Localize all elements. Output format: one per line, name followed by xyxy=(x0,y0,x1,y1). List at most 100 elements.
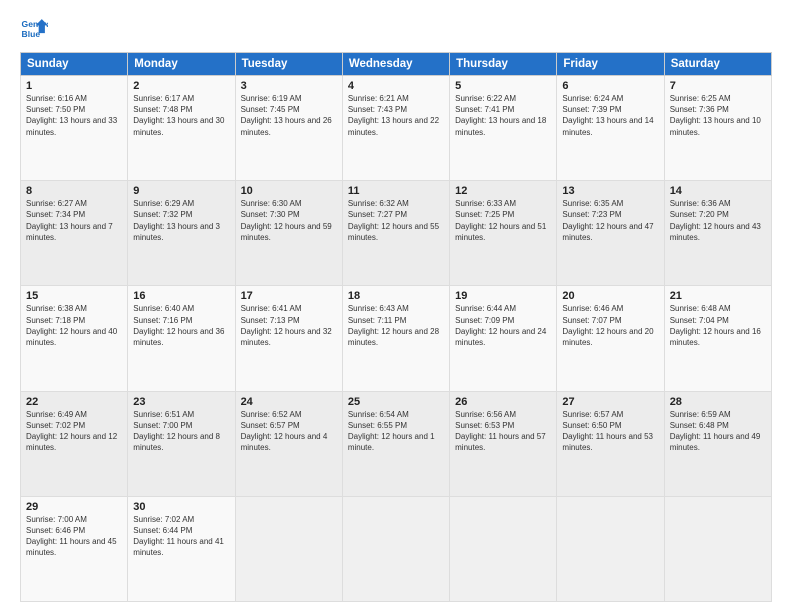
day-info: Sunrise: 6:49 AMSunset: 7:02 PMDaylight:… xyxy=(26,410,117,453)
day-number: 1 xyxy=(26,80,122,92)
calendar-cell: 17 Sunrise: 6:41 AMSunset: 7:13 PMDayligh… xyxy=(235,286,342,391)
calendar-cell: 23 Sunrise: 6:51 AMSunset: 7:00 PMDayligh… xyxy=(128,391,235,496)
day-info: Sunrise: 6:59 AMSunset: 6:48 PMDaylight:… xyxy=(670,410,761,453)
calendar: SundayMondayTuesdayWednesdayThursdayFrid… xyxy=(20,52,772,602)
calendar-cell xyxy=(450,496,557,601)
day-info: Sunrise: 6:16 AMSunset: 7:50 PMDaylight:… xyxy=(26,94,117,137)
day-info: Sunrise: 6:17 AMSunset: 7:48 PMDaylight:… xyxy=(133,94,224,137)
calendar-cell: 29 Sunrise: 7:00 AMSunset: 6:46 PMDayligh… xyxy=(21,496,128,601)
day-number: 2 xyxy=(133,80,229,92)
day-info: Sunrise: 6:21 AMSunset: 7:43 PMDaylight:… xyxy=(348,94,439,137)
calendar-cell: 27Sunrise: 6:57 AMSunset: 6:50 PMDayligh… xyxy=(557,391,664,496)
calendar-cell xyxy=(664,496,771,601)
day-info: Sunrise: 6:48 AMSunset: 7:04 PMDaylight:… xyxy=(670,304,761,347)
day-number: 21 xyxy=(670,290,766,302)
calendar-cell: 19 Sunrise: 6:44 AMSunset: 7:09 PMDayligh… xyxy=(450,286,557,391)
calendar-cell: 30Sunrise: 7:02 AMSunset: 6:44 PMDayligh… xyxy=(128,496,235,601)
day-number: 24 xyxy=(241,396,337,408)
calendar-week-3: 15 Sunrise: 6:38 AMSunset: 7:18 PMDayligh… xyxy=(21,286,772,391)
day-info: Sunrise: 6:51 AMSunset: 7:00 PMDaylight:… xyxy=(133,410,220,453)
weekday-header-saturday: Saturday xyxy=(664,53,771,76)
calendar-cell xyxy=(235,496,342,601)
calendar-cell: 15 Sunrise: 6:38 AMSunset: 7:18 PMDayligh… xyxy=(21,286,128,391)
calendar-cell: 6 Sunrise: 6:24 AMSunset: 7:39 PMDaylight… xyxy=(557,76,664,181)
day-number: 3 xyxy=(241,80,337,92)
day-number: 18 xyxy=(348,290,444,302)
calendar-cell: 12 Sunrise: 6:33 AMSunset: 7:25 PMDayligh… xyxy=(450,181,557,286)
calendar-cell: 3 Sunrise: 6:19 AMSunset: 7:45 PMDaylight… xyxy=(235,76,342,181)
weekday-header-thursday: Thursday xyxy=(450,53,557,76)
day-number: 17 xyxy=(241,290,337,302)
calendar-cell: 2 Sunrise: 6:17 AMSunset: 7:48 PMDaylight… xyxy=(128,76,235,181)
day-info: Sunrise: 6:46 AMSunset: 7:07 PMDaylight:… xyxy=(562,304,653,347)
logo-icon: General Blue xyxy=(20,16,48,44)
day-number: 30 xyxy=(133,501,229,513)
calendar-cell: 9Sunrise: 6:29 AMSunset: 7:32 PMDaylight… xyxy=(128,181,235,286)
day-number: 4 xyxy=(348,80,444,92)
weekday-header-sunday: Sunday xyxy=(21,53,128,76)
day-number: 19 xyxy=(455,290,551,302)
calendar-cell: 28 Sunrise: 6:59 AMSunset: 6:48 PMDayligh… xyxy=(664,391,771,496)
calendar-cell: 7 Sunrise: 6:25 AMSunset: 7:36 PMDaylight… xyxy=(664,76,771,181)
day-info: Sunrise: 6:33 AMSunset: 7:25 PMDaylight:… xyxy=(455,199,546,242)
header: General Blue xyxy=(20,16,772,44)
weekday-header-friday: Friday xyxy=(557,53,664,76)
day-number: 22 xyxy=(26,396,122,408)
calendar-cell: 24Sunrise: 6:52 AMSunset: 6:57 PMDayligh… xyxy=(235,391,342,496)
calendar-cell: 20 Sunrise: 6:46 AMSunset: 7:07 PMDayligh… xyxy=(557,286,664,391)
day-info: Sunrise: 6:19 AMSunset: 7:45 PMDaylight:… xyxy=(241,94,332,137)
weekday-header-monday: Monday xyxy=(128,53,235,76)
calendar-cell: 5 Sunrise: 6:22 AMSunset: 7:41 PMDaylight… xyxy=(450,76,557,181)
day-number: 20 xyxy=(562,290,658,302)
day-info: Sunrise: 6:36 AMSunset: 7:20 PMDaylight:… xyxy=(670,199,761,242)
calendar-week-2: 8Sunrise: 6:27 AMSunset: 7:34 PMDaylight… xyxy=(21,181,772,286)
day-info: Sunrise: 6:44 AMSunset: 7:09 PMDaylight:… xyxy=(455,304,546,347)
day-number: 8 xyxy=(26,185,122,197)
day-info: Sunrise: 6:22 AMSunset: 7:41 PMDaylight:… xyxy=(455,94,546,137)
day-number: 27 xyxy=(562,396,658,408)
day-info: Sunrise: 6:25 AMSunset: 7:36 PMDaylight:… xyxy=(670,94,761,137)
calendar-cell: 18 Sunrise: 6:43 AMSunset: 7:11 PMDayligh… xyxy=(342,286,449,391)
calendar-cell: 4 Sunrise: 6:21 AMSunset: 7:43 PMDaylight… xyxy=(342,76,449,181)
day-info: Sunrise: 6:40 AMSunset: 7:16 PMDaylight:… xyxy=(133,304,224,347)
day-number: 6 xyxy=(562,80,658,92)
calendar-cell: 22 Sunrise: 6:49 AMSunset: 7:02 PMDayligh… xyxy=(21,391,128,496)
day-info: Sunrise: 6:43 AMSunset: 7:11 PMDaylight:… xyxy=(348,304,439,347)
calendar-cell: 14 Sunrise: 6:36 AMSunset: 7:20 PMDayligh… xyxy=(664,181,771,286)
day-info: Sunrise: 6:35 AMSunset: 7:23 PMDaylight:… xyxy=(562,199,653,242)
calendar-cell: 25Sunrise: 6:54 AMSunset: 6:55 PMDayligh… xyxy=(342,391,449,496)
calendar-cell: 11Sunrise: 6:32 AMSunset: 7:27 PMDayligh… xyxy=(342,181,449,286)
day-number: 26 xyxy=(455,396,551,408)
day-number: 10 xyxy=(241,185,337,197)
calendar-cell: 21 Sunrise: 6:48 AMSunset: 7:04 PMDayligh… xyxy=(664,286,771,391)
calendar-week-5: 29 Sunrise: 7:00 AMSunset: 6:46 PMDayligh… xyxy=(21,496,772,601)
day-info: Sunrise: 7:00 AMSunset: 6:46 PMDaylight:… xyxy=(26,515,117,558)
day-info: Sunrise: 6:41 AMSunset: 7:13 PMDaylight:… xyxy=(241,304,332,347)
calendar-cell: 13 Sunrise: 6:35 AMSunset: 7:23 PMDayligh… xyxy=(557,181,664,286)
calendar-week-4: 22 Sunrise: 6:49 AMSunset: 7:02 PMDayligh… xyxy=(21,391,772,496)
day-number: 7 xyxy=(670,80,766,92)
day-number: 15 xyxy=(26,290,122,302)
calendar-cell xyxy=(342,496,449,601)
day-number: 5 xyxy=(455,80,551,92)
day-info: Sunrise: 6:54 AMSunset: 6:55 PMDaylight:… xyxy=(348,410,435,453)
day-number: 29 xyxy=(26,501,122,513)
day-number: 13 xyxy=(562,185,658,197)
day-number: 28 xyxy=(670,396,766,408)
weekday-header-wednesday: Wednesday xyxy=(342,53,449,76)
weekday-header-tuesday: Tuesday xyxy=(235,53,342,76)
day-info: Sunrise: 6:24 AMSunset: 7:39 PMDaylight:… xyxy=(562,94,653,137)
svg-text:Blue: Blue xyxy=(22,29,41,39)
day-info: Sunrise: 6:38 AMSunset: 7:18 PMDaylight:… xyxy=(26,304,117,347)
calendar-cell: 8Sunrise: 6:27 AMSunset: 7:34 PMDaylight… xyxy=(21,181,128,286)
calendar-cell: 10 Sunrise: 6:30 AMSunset: 7:30 PMDayligh… xyxy=(235,181,342,286)
day-number: 12 xyxy=(455,185,551,197)
calendar-cell xyxy=(557,496,664,601)
weekday-header-row: SundayMondayTuesdayWednesdayThursdayFrid… xyxy=(21,53,772,76)
calendar-cell: 26 Sunrise: 6:56 AMSunset: 6:53 PMDayligh… xyxy=(450,391,557,496)
day-number: 14 xyxy=(670,185,766,197)
day-number: 11 xyxy=(348,185,444,197)
day-number: 23 xyxy=(133,396,229,408)
day-info: Sunrise: 6:56 AMSunset: 6:53 PMDaylight:… xyxy=(455,410,546,453)
day-info: Sunrise: 6:30 AMSunset: 7:30 PMDaylight:… xyxy=(241,199,332,242)
